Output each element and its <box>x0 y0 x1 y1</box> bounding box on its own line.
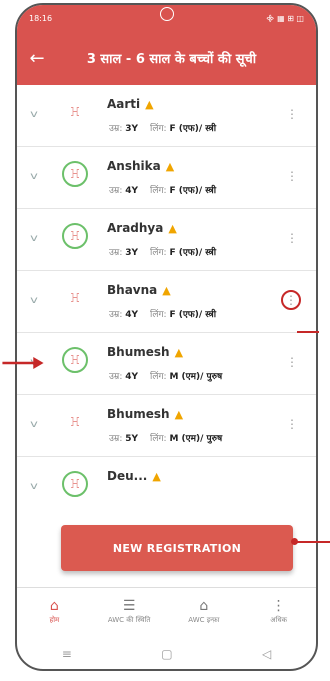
warning-icon: ▲ <box>152 470 161 483</box>
child-avatar-icon: ꖾ <box>62 161 88 187</box>
warning-icon: ▲ <box>145 98 154 111</box>
child-name: Aarti ▲ <box>107 97 154 111</box>
back-arrow-icon[interactable]: ← <box>17 48 57 69</box>
more-options-icon[interactable]: ⋮ <box>286 415 298 433</box>
more-icon: ⋮ <box>271 598 286 614</box>
app-bar: ← 3 साल - 6 साल के बच्चों की सूची <box>17 31 316 85</box>
bottom-tab-bar: ⌂ होम ☰ AWC की स्थिति ⌂ AWC इन्फ़ा ⋮ अधिक <box>17 587 316 635</box>
chevron-down-icon[interactable]: v <box>30 233 38 244</box>
page-title: 3 साल - 6 साल के बच्चों की सूची <box>86 52 257 67</box>
list-icon: ☰ <box>122 598 136 614</box>
child-avatar-icon: ꖾ <box>62 471 88 497</box>
pointer-line <box>294 541 330 543</box>
more-options-icon[interactable]: ⋮ <box>286 229 298 247</box>
child-name: Bhumesh ▲ <box>107 407 184 421</box>
pointer-line <box>297 331 319 333</box>
tab-more[interactable]: ⋮ अधिक <box>241 588 316 635</box>
list-item[interactable]: v ꖾ Bhumesh ▲ उम्र: 5Y लिंग: M (एम)/ पुरुष… <box>17 395 316 457</box>
child-meta: उम्र: 3Y लिंग: F (एफ)/ स्त्री <box>109 248 217 258</box>
back-nav-icon[interactable]: ◁ <box>262 647 271 661</box>
more-options-icon[interactable]: ⋮ <box>286 353 298 371</box>
home-icon: ⌂ <box>49 598 59 614</box>
camera-notch <box>159 7 174 21</box>
child-list[interactable]: v ꖾ Aarti ▲ उम्र: 3Y लिंग: F (एफ)/ स्त्री … <box>17 85 316 505</box>
list-item[interactable]: v ꖾ Anshika ▲ उम्र: 4Y लिंग: F (एफ)/ स्त्र… <box>17 147 316 209</box>
system-navigation-bar: ≡ ▢ ◁ <box>17 635 316 669</box>
child-meta: उम्र: 5Y लिंग: M (एम)/ पुरुष <box>109 434 223 444</box>
tab-awc-infra[interactable]: ⌂ AWC इन्फ़ा <box>167 588 242 635</box>
child-name: Deu... ▲ <box>107 469 161 483</box>
status-bar: 18:16 ᯽ ▦ ⊞ ◫ <box>17 5 316 31</box>
list-item[interactable]: v ꖾ Deu... ▲ <box>17 457 316 505</box>
child-meta: उम्र: 4Y लिंग: F (एफ)/ स्त्री <box>109 186 217 196</box>
child-avatar-icon: ꖾ <box>70 414 80 429</box>
child-avatar-icon: ꖾ <box>70 290 80 305</box>
child-avatar-icon: ꖾ <box>62 223 88 249</box>
more-options-icon[interactable]: ⋮ <box>286 167 298 185</box>
pointer-dot <box>291 538 298 545</box>
child-name: Aradhya ▲ <box>107 221 177 235</box>
tab-home[interactable]: ⌂ होम <box>17 588 92 635</box>
menu-nav-icon[interactable]: ≡ <box>62 647 72 661</box>
chevron-down-icon[interactable]: v <box>30 171 38 182</box>
child-name: Anshika ▲ <box>107 159 175 173</box>
child-name: Bhumesh ▲ <box>107 345 184 359</box>
list-item[interactable]: v ꖾ Bhavna ▲ उम्र: 4Y लिंग: F (एफ)/ स्त्री… <box>17 271 316 333</box>
child-name: Bhavna ▲ <box>107 283 171 297</box>
chevron-down-icon[interactable]: v <box>30 419 38 430</box>
warning-icon: ▲ <box>168 222 177 235</box>
new-registration-button[interactable]: NEW REGISTRATION <box>61 525 293 571</box>
child-avatar-icon: ꖾ <box>62 347 88 373</box>
more-options-icon[interactable]: ⋮ <box>286 105 298 123</box>
building-icon: ⌂ <box>199 598 209 614</box>
child-meta: उम्र: 4Y लिंग: M (एम)/ पुरुष <box>109 372 223 382</box>
child-meta: उम्र: 3Y लिंग: F (एफ)/ स्त्री <box>109 124 217 134</box>
home-nav-icon[interactable]: ▢ <box>161 647 172 661</box>
chevron-down-icon[interactable]: v <box>30 481 38 492</box>
tab-awc-status[interactable]: ☰ AWC की स्थिति <box>92 588 167 635</box>
child-avatar-icon: ꖾ <box>70 104 80 119</box>
child-meta: उम्र: 4Y लिंग: F (एफ)/ स्त्री <box>109 310 217 320</box>
warning-icon: ▲ <box>162 284 171 297</box>
chevron-down-icon[interactable]: v <box>30 295 38 306</box>
warning-icon: ▲ <box>174 408 184 421</box>
list-item[interactable]: v ꖾ Aarti ▲ उम्र: 3Y लिंग: F (एफ)/ स्त्री … <box>17 85 316 147</box>
warning-icon: ▲ <box>174 346 184 359</box>
more-options-icon[interactable]: ⋮ <box>281 290 301 310</box>
status-icons: ᯽ ▦ ⊞ ◫ <box>265 13 304 23</box>
chevron-down-icon[interactable]: v <box>30 109 38 120</box>
phone-frame: 18:16 ᯽ ▦ ⊞ ◫ ← 3 साल - 6 साल के बच्चों … <box>15 3 318 671</box>
list-item[interactable]: v ꖾ Bhumesh▲ उम्र: 4Yलिंग: M (एम)/ पुरुष… <box>17 333 316 395</box>
list-item[interactable]: v ꖾ Aradhya ▲ उम्र: 3Y लिंग: F (एफ)/ स्त्र… <box>17 209 316 271</box>
status-time: 18:16 <box>29 13 53 23</box>
warning-icon: ▲ <box>165 160 175 173</box>
pointer-arrow-icon <box>2 357 44 369</box>
